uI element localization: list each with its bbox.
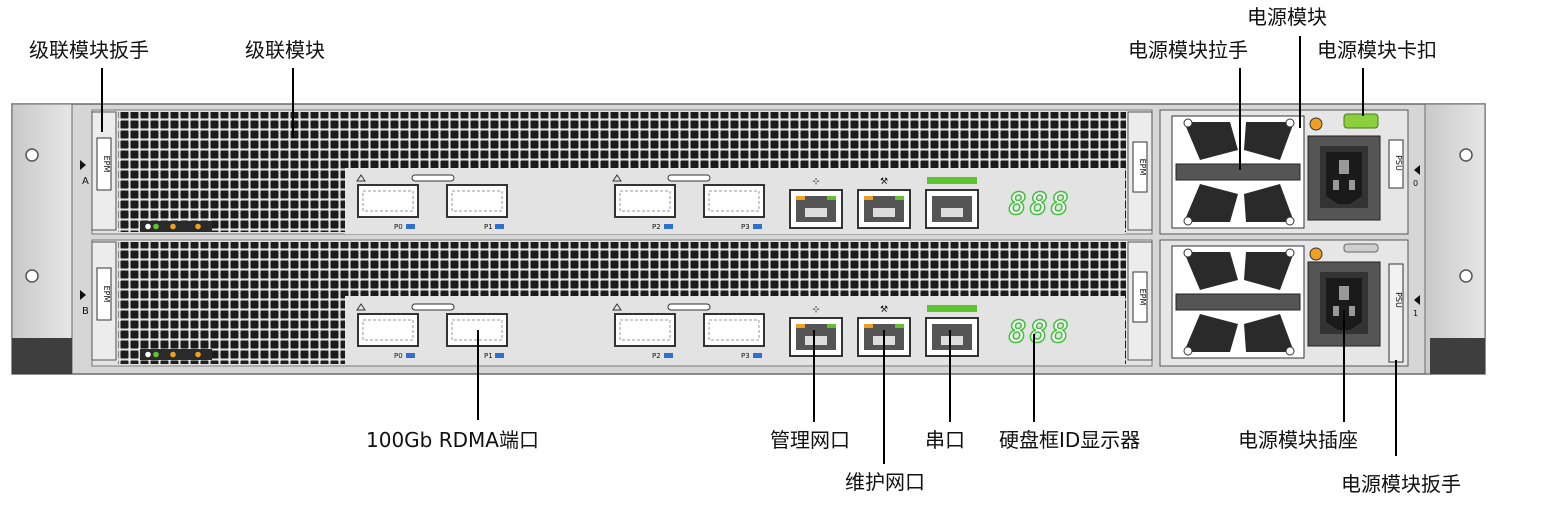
rdma-port-b-p2[interactable] <box>614 313 676 347</box>
rdma-port-b-p3[interactable] <box>703 313 765 347</box>
psu1-latch[interactable] <box>1343 243 1379 253</box>
expansion-module-b[interactable]: EPM B EPM P0 P1 P2 P3 ⊹ ⚒ 888 <box>80 239 1153 367</box>
maint-port-a[interactable] <box>857 189 911 229</box>
port-label-b-p0: P0 <box>394 352 403 360</box>
psu1-handle-bar[interactable] <box>1388 263 1404 363</box>
psu0-status-led <box>1309 117 1323 131</box>
port-label-a-p3: P3 <box>741 223 750 231</box>
enclosure-rear-panel-diagram: EPM A EPM P0 P1 P2 P3 ⊹ ⚒ 888 EPM B EPM … <box>11 36 1486 464</box>
right-rack-ear <box>1424 103 1486 375</box>
rdma-port-a-p3[interactable] <box>703 184 765 218</box>
psu0-pull-handle[interactable] <box>1175 163 1301 181</box>
psu0-num: 0 <box>1413 179 1418 188</box>
psu-module-1[interactable]: PSU 1 <box>1159 239 1420 367</box>
left-rack-screw-bottom-icon <box>25 269 39 283</box>
enclosure-id-display-a: 888 <box>1008 186 1071 223</box>
rdma-port-a-p0[interactable] <box>357 184 419 218</box>
mgmt-port-b-icon: ⊹ <box>812 305 820 315</box>
maint-port-icon: ⚒ <box>880 177 888 187</box>
left-rack-ear <box>11 103 73 375</box>
rdma-port-a-p1[interactable] <box>446 184 508 218</box>
enclosure-id-display-b: 888 <box>1008 314 1071 351</box>
port-label-a-p1: P1 <box>484 223 493 231</box>
epm-label-a-right: EPM <box>1138 159 1147 176</box>
svg-text:888: 888 <box>1008 315 1071 350</box>
right-rack-screw-bottom-icon <box>1459 269 1473 283</box>
mgmt-port-a[interactable] <box>789 189 843 229</box>
port-label-a-p0: P0 <box>394 223 403 231</box>
cascade-handle-b[interactable]: EPM <box>91 241 117 361</box>
epm-label-b-left: EPM <box>102 286 111 303</box>
psu0-power-socket[interactable] <box>1307 135 1381 221</box>
mgmt-port-icon: ⊹ <box>812 177 820 187</box>
psu1-status-led <box>1309 247 1323 261</box>
psu0-latch[interactable] <box>1343 113 1379 129</box>
expansion-module-a[interactable]: EPM A EPM P0 P1 P2 P3 ⊹ ⚒ 888 <box>80 109 1153 235</box>
psu1-label: PSU <box>1394 292 1403 308</box>
left-rack-screw-top-icon <box>25 148 39 162</box>
right-rack-screw-top-icon <box>1459 148 1473 162</box>
psu1-pull-handle[interactable] <box>1175 293 1301 311</box>
mgmt-port-b[interactable] <box>789 317 843 357</box>
port-label-a-p2: P2 <box>652 223 661 231</box>
cascade-handle-a[interactable]: EPM <box>91 111 117 231</box>
psu1-num: 1 <box>1413 309 1418 318</box>
maint-port-b-icon: ⚒ <box>880 305 888 315</box>
port-label-b-p3: P3 <box>741 352 750 360</box>
port-label-b-p2: P2 <box>652 352 661 360</box>
module-b-tag: B <box>82 306 89 317</box>
cascade-handle-b-right[interactable]: EPM <box>1127 241 1153 361</box>
module-a-tag: A <box>82 176 89 187</box>
rdma-port-b-p0[interactable] <box>357 313 419 347</box>
cascade-handle-a-right[interactable]: EPM <box>1127 111 1153 231</box>
psu-module-0[interactable]: PSU 0 <box>1159 109 1420 235</box>
rdma-port-a-p2[interactable] <box>614 184 676 218</box>
status-led-strip-a <box>140 221 212 232</box>
port-label-b-p1: P1 <box>484 352 493 360</box>
svg-text:888: 888 <box>1008 187 1071 222</box>
epm-label-b-right: EPM <box>1138 289 1147 306</box>
psu0-label: PSU <box>1394 155 1403 171</box>
epm-label-a-left: EPM <box>102 156 111 173</box>
status-led-strip-b <box>140 349 212 360</box>
